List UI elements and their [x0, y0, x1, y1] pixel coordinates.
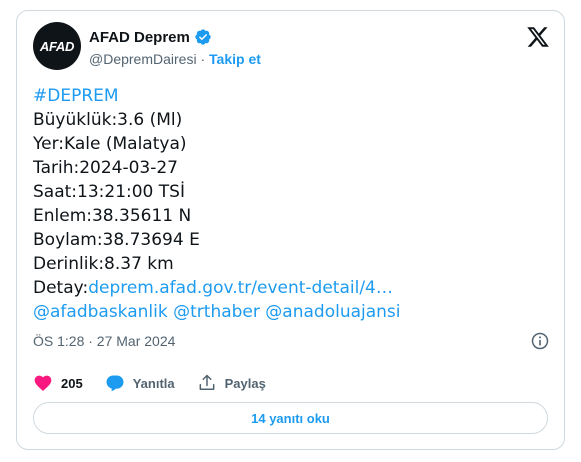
text-line-date: Tarih:2024-03-27 — [33, 158, 178, 178]
detail-link[interactable]: deprem.afad.gov.tr/event-detail/4… — [88, 278, 393, 298]
tweet-card: AFAD AFAD Deprem @DepremDairesi · Takip … — [16, 10, 565, 450]
heart-icon — [34, 375, 52, 391]
tweet-actions: 205 Yanıtla Paylaş — [33, 373, 288, 393]
avatar-logo-text: AFAD — [39, 38, 75, 54]
handle-line: @DepremDairesi · Takip et — [89, 51, 261, 67]
reply-button[interactable]: Yanıtla — [105, 373, 175, 393]
likes-count: 205 — [61, 375, 83, 391]
author-name-row[interactable]: AFAD Deprem — [89, 28, 212, 46]
tweet-timestamp[interactable]: ÖS 1:28 · 27 Mar 2024 — [33, 333, 175, 349]
detail-label: Detay: — [33, 278, 89, 298]
hashtag-link[interactable]: #DEPREM — [33, 84, 553, 108]
reply-label: Yanıtla — [132, 375, 175, 391]
tweet-text: #DEPREM Büyüklük:3.6 (Ml) Yer:Kale (Mala… — [33, 84, 553, 324]
info-icon[interactable] — [530, 331, 550, 351]
share-button[interactable]: Paylaş — [197, 373, 266, 393]
text-line-longitude: Boylam:38.73694 E — [33, 230, 200, 250]
read-replies-button[interactable]: 14 yanıtı oku — [33, 402, 548, 434]
follow-button[interactable]: Takip et — [209, 51, 261, 67]
text-line-latitude: Enlem:38.35611 N — [33, 206, 192, 226]
text-line-time: Saat:13:21:00 TSİ — [33, 182, 185, 202]
author-handle[interactable]: @DepremDairesi — [89, 51, 197, 67]
handle-separator: · — [200, 51, 206, 67]
like-button[interactable]: 205 — [33, 373, 83, 393]
avatar[interactable]: AFAD — [33, 22, 81, 70]
mention-link[interactable]: @trthaber — [173, 302, 260, 322]
mention-link[interactable]: @afadbaskanlik — [33, 302, 168, 322]
text-line-depth: Derinlik:8.37 km — [33, 254, 174, 274]
mentions-line: @afadbaskanlik @trthaber @anadoluajansi — [33, 300, 553, 324]
read-replies-label: 14 yanıtı oku — [251, 410, 330, 426]
share-label: Paylaş — [224, 375, 266, 391]
reply-bubble-icon — [106, 375, 124, 392]
mention-link[interactable]: @anadoluajansi — [265, 302, 400, 322]
verified-badge-icon — [195, 29, 211, 45]
text-line-detail: Detay:deprem.afad.gov.tr/event-detail/4… — [33, 276, 553, 300]
x-logo-icon[interactable] — [526, 25, 550, 49]
text-line-location: Yer:Kale (Malatya) — [33, 134, 187, 154]
author-name[interactable]: AFAD Deprem — [89, 29, 190, 46]
share-icon — [199, 374, 215, 390]
text-line-magnitude: Büyüklük:3.6 (Ml) — [33, 110, 183, 130]
